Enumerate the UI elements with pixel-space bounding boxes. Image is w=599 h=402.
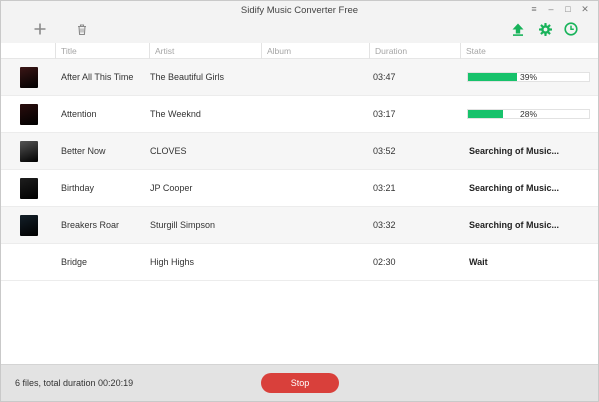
track-artist: Sturgill Simpson — [150, 220, 216, 230]
table-header: Title Artist Album Duration State — [1, 43, 598, 59]
add-icon[interactable] — [32, 21, 48, 37]
column-state[interactable]: State — [460, 43, 598, 59]
app-window: Sidify Music Converter Free ≡ – □ ✕ Titl… — [0, 0, 599, 402]
menu-icon[interactable]: ≡ — [529, 4, 539, 14]
upload-arrow-icon[interactable] — [510, 21, 526, 37]
progress-percent: 39% — [520, 72, 538, 82]
window-controls: ≡ – □ ✕ — [529, 4, 590, 14]
track-duration: 03:47 — [373, 72, 396, 82]
album-cover — [20, 104, 38, 125]
track-state: Wait — [469, 257, 488, 267]
close-icon[interactable]: ✕ — [580, 4, 590, 14]
track-duration: 03:21 — [373, 183, 396, 193]
column-artist[interactable]: Artist — [149, 43, 261, 59]
track-state: Searching of Music... — [469, 183, 560, 193]
track-title: After All This Time — [61, 72, 134, 82]
track-artist: The Weeknd — [150, 109, 201, 119]
progress-fill — [468, 73, 517, 81]
table-row[interactable]: Attention The Weeknd 03:17 28% — [1, 96, 598, 133]
progress-percent: 28% — [520, 109, 538, 119]
minimize-icon[interactable]: – — [546, 4, 556, 14]
track-title: Bridge — [61, 257, 88, 267]
track-artist: JP Cooper — [150, 183, 193, 193]
column-album[interactable]: Album — [261, 43, 369, 59]
table-row[interactable]: Breakers Roar Sturgill Simpson 03:32 Search… — [1, 207, 598, 244]
track-artist: The Beautiful Girls — [150, 72, 225, 82]
track-duration: 03:52 — [373, 146, 396, 156]
stop-button[interactable]: Stop — [261, 373, 339, 393]
track-duration: 03:32 — [373, 220, 396, 230]
column-duration[interactable]: Duration — [369, 43, 460, 59]
gear-icon[interactable] — [537, 21, 553, 37]
track-title: Birthday — [61, 183, 95, 193]
column-title[interactable]: Title — [55, 43, 149, 59]
album-cover — [20, 178, 38, 199]
track-duration: 02:30 — [373, 257, 396, 267]
app-title: Sidify Music Converter Free — [240, 5, 359, 16]
table-row[interactable]: Birthday JP Cooper 03:21 Searching of Music… — [1, 170, 598, 207]
track-artist: High Highs — [150, 257, 195, 267]
track-title: Better Now — [61, 146, 106, 156]
progress-bar: 39% — [467, 72, 590, 82]
progress-bar: 28% — [467, 109, 590, 119]
clock-icon[interactable] — [563, 21, 579, 37]
track-artist: CLOVES — [150, 146, 187, 156]
track-state: Searching of Music... — [469, 146, 560, 156]
album-cover — [20, 141, 38, 162]
track-title: Attention — [61, 109, 97, 119]
table-row[interactable]: After All This Time The Beautiful Girls 03… — [1, 59, 598, 96]
track-duration: 03:17 — [373, 109, 396, 119]
table-row[interactable]: Bridge High Highs 02:30 Wait — [1, 244, 598, 281]
album-cover — [20, 215, 38, 236]
summary-text: 6 files, total duration 00:20:19 — [15, 378, 134, 388]
track-title: Breakers Roar — [61, 220, 120, 230]
album-cover — [20, 67, 38, 88]
progress-fill — [468, 110, 503, 118]
track-list: After All This Time The Beautiful Girls 03… — [1, 59, 598, 281]
title-bar: Sidify Music Converter Free ≡ – □ ✕ — [1, 1, 598, 43]
table-row[interactable]: Better Now CLOVES 03:52 Searching of Music.… — [1, 133, 598, 170]
track-state: Searching of Music... — [469, 220, 560, 230]
trash-icon[interactable] — [74, 21, 90, 37]
maximize-icon[interactable]: □ — [563, 4, 573, 14]
footer-bar: 6 files, total duration 00:20:19 Stop — [1, 364, 598, 401]
